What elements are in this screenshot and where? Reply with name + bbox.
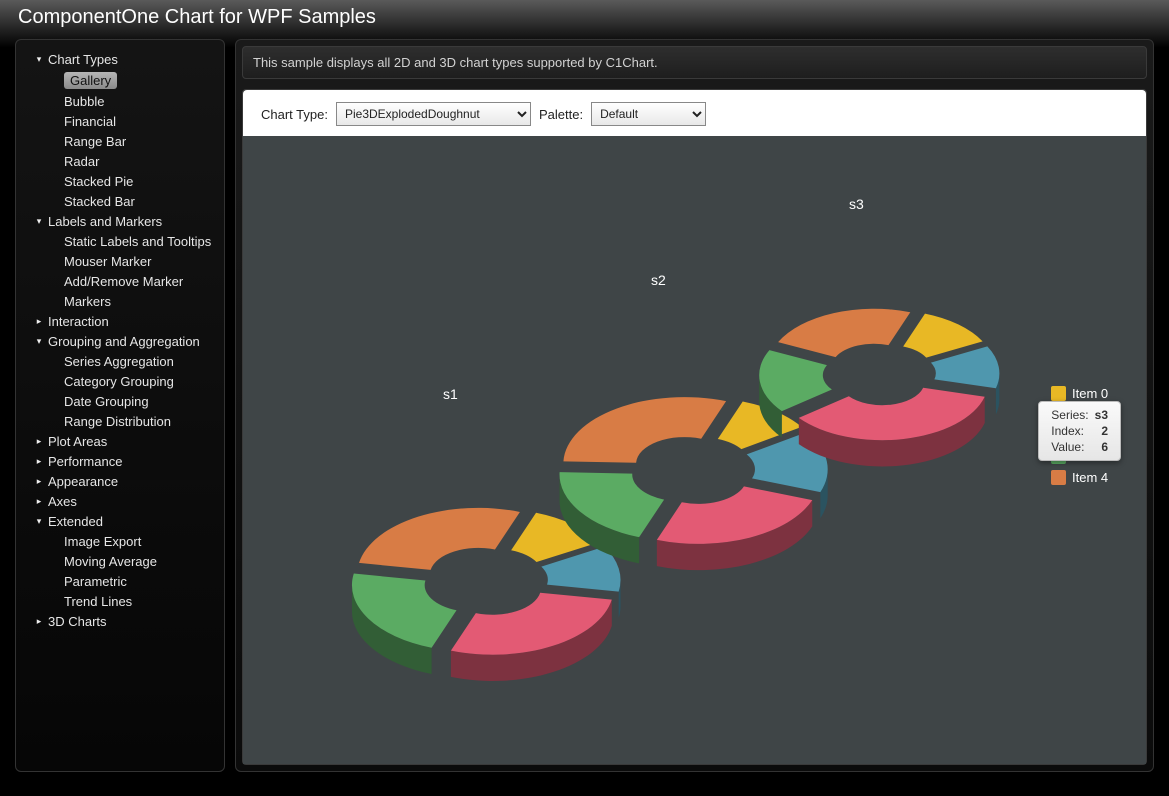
chevron-down-icon: ▾ xyxy=(34,336,44,347)
chart-svg xyxy=(243,136,1051,764)
tree-item-label: Axes xyxy=(48,494,77,509)
chevron-down-icon: ▾ xyxy=(34,54,44,65)
tree-item-category-grouping[interactable]: Category Grouping xyxy=(22,372,218,392)
tree-item-label: Image Export xyxy=(64,534,141,549)
series-label-s1: s1 xyxy=(443,386,458,402)
tree-item-label: 3D Charts xyxy=(48,614,107,629)
tree-item-image-export[interactable]: Image Export xyxy=(22,532,218,552)
pie-slice[interactable] xyxy=(359,508,520,570)
sidebar-tree: ▾ Chart Types Gallery Bubble Financial Range … xyxy=(15,39,225,772)
tree-item-radar[interactable]: Radar xyxy=(22,152,218,172)
tree-item-label: Markers xyxy=(64,294,111,309)
legend-label: Item 4 xyxy=(1072,470,1108,485)
chevron-down-icon: ▾ xyxy=(34,516,44,527)
tree-item-performance[interactable]: ▸ Performance xyxy=(22,452,218,472)
tree-item-stacked-bar[interactable]: Stacked Bar xyxy=(22,192,218,212)
tree-item-static-labels-and-tooltips[interactable]: Static Labels and Tooltips xyxy=(22,232,218,252)
tree-item-chart-types[interactable]: ▾ Chart Types xyxy=(22,50,218,70)
tree-item-label: Financial xyxy=(64,114,116,129)
tree-item-labels-and-markers[interactable]: ▾ Labels and Markers xyxy=(22,212,218,232)
tree-item-date-grouping[interactable]: Date Grouping xyxy=(22,392,218,412)
tree-item-label: Performance xyxy=(48,454,122,469)
chart-tooltip: Series:s3 Index:2 Value:6 xyxy=(1038,401,1121,461)
tree-item-grouping-and-aggregation[interactable]: ▾ Grouping and Aggregation xyxy=(22,332,218,352)
tree-item-label: Parametric xyxy=(64,574,127,589)
tree-item-label: Stacked Bar xyxy=(64,194,135,209)
chevron-right-icon: ▸ xyxy=(34,456,44,467)
pie-slice[interactable] xyxy=(778,309,910,357)
chevron-right-icon: ▸ xyxy=(34,616,44,627)
tree-item-axes[interactable]: ▸ Axes xyxy=(22,492,218,512)
legend-item: Item 0 xyxy=(1051,386,1132,401)
chart-panel: Chart Type: Pie3DExplodedDoughnut Palett… xyxy=(242,89,1147,765)
tree-item-label: Add/Remove Marker xyxy=(64,274,183,289)
tree-item-label: Series Aggregation xyxy=(64,354,174,369)
tree-item-label: Category Grouping xyxy=(64,374,174,389)
tree-item-3d-charts[interactable]: ▸ 3D Charts xyxy=(22,612,218,632)
app-title: ComponentOne Chart for WPF Samples xyxy=(0,0,1169,39)
tree-item-extended[interactable]: ▾ Extended xyxy=(22,512,218,532)
tree-item-gallery[interactable]: Gallery xyxy=(22,70,218,92)
tree-item-label: Gallery xyxy=(64,72,117,89)
tree-item-label: Moving Average xyxy=(64,554,157,569)
tree-item-add-remove-marker[interactable]: Add/Remove Marker xyxy=(22,272,218,292)
tree-item-appearance[interactable]: ▸ Appearance xyxy=(22,472,218,492)
tree-item-label: Chart Types xyxy=(48,52,118,67)
tree-item-plot-areas[interactable]: ▸ Plot Areas xyxy=(22,432,218,452)
chart-type-label: Chart Type: xyxy=(261,107,328,122)
tree-item-label: Interaction xyxy=(48,314,109,329)
chevron-right-icon: ▸ xyxy=(34,316,44,327)
tree-item-label: Bubble xyxy=(64,94,104,109)
tree-item-markers[interactable]: Markers xyxy=(22,292,218,312)
tree-item-financial[interactable]: Financial xyxy=(22,112,218,132)
sample-description: This sample displays all 2D and 3D chart… xyxy=(242,46,1147,79)
main-panel: This sample displays all 2D and 3D chart… xyxy=(235,39,1154,772)
tree-item-label: Plot Areas xyxy=(48,434,107,449)
chevron-right-icon: ▸ xyxy=(34,476,44,487)
palette-select[interactable]: Default xyxy=(591,102,706,126)
tree-item-label: Appearance xyxy=(48,474,118,489)
tree-item-label: Radar xyxy=(64,154,99,169)
series-label-s3: s3 xyxy=(849,196,864,212)
tree-item-interaction[interactable]: ▸ Interaction xyxy=(22,312,218,332)
chart-plot-area[interactable]: s1 s2 s3 Series:s3 Index:2 Value:6 xyxy=(243,136,1051,764)
tree-item-mouser-marker[interactable]: Mouser Marker xyxy=(22,252,218,272)
tree-item-stacked-pie[interactable]: Stacked Pie xyxy=(22,172,218,192)
pie-slice[interactable] xyxy=(563,397,726,463)
tree-item-label: Range Bar xyxy=(64,134,126,149)
legend-swatch xyxy=(1051,386,1066,401)
tree-item-parametric[interactable]: Parametric xyxy=(22,572,218,592)
tree-item-label: Extended xyxy=(48,514,103,529)
tree-item-series-aggregation[interactable]: Series Aggregation xyxy=(22,352,218,372)
tree-item-label: Labels and Markers xyxy=(48,214,162,229)
tree-item-label: Date Grouping xyxy=(64,394,149,409)
chart-controls: Chart Type: Pie3DExplodedDoughnut Palett… xyxy=(243,90,1146,136)
tree-item-label: Stacked Pie xyxy=(64,174,133,189)
chart-type-select[interactable]: Pie3DExplodedDoughnut xyxy=(336,102,531,126)
tree-item-label: Range Distribution xyxy=(64,414,171,429)
tree-item-trend-lines[interactable]: Trend Lines xyxy=(22,592,218,612)
legend-label: Item 0 xyxy=(1072,386,1108,401)
chevron-down-icon: ▾ xyxy=(34,216,44,227)
tree-item-label: Grouping and Aggregation xyxy=(48,334,200,349)
tree-item-label: Static Labels and Tooltips xyxy=(64,234,211,249)
chevron-right-icon: ▸ xyxy=(34,436,44,447)
tree-item-moving-average[interactable]: Moving Average xyxy=(22,552,218,572)
tree-item-range-distribution[interactable]: Range Distribution xyxy=(22,412,218,432)
palette-label: Palette: xyxy=(539,107,583,122)
legend-swatch xyxy=(1051,470,1066,485)
tree-item-label: Trend Lines xyxy=(64,594,132,609)
chevron-right-icon: ▸ xyxy=(34,496,44,507)
series-label-s2: s2 xyxy=(651,272,666,288)
tree-item-label: Mouser Marker xyxy=(64,254,151,269)
legend-item: Item 4 xyxy=(1051,470,1132,485)
tree-item-range-bar[interactable]: Range Bar xyxy=(22,132,218,152)
pie-slice[interactable] xyxy=(903,314,982,358)
tree-item-bubble[interactable]: Bubble xyxy=(22,92,218,112)
